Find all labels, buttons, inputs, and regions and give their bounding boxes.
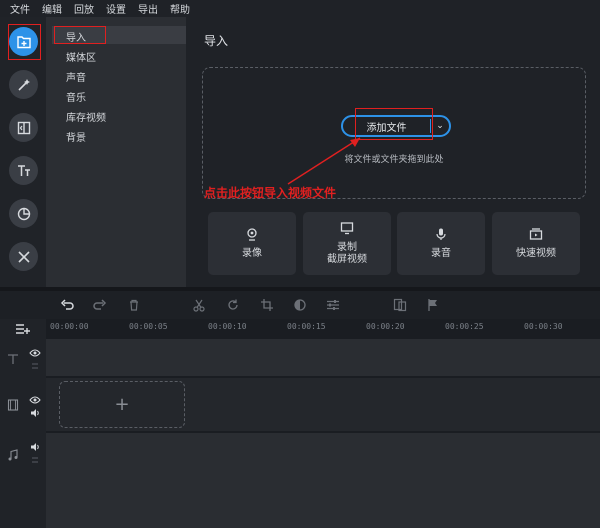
more-tools-button[interactable] — [9, 242, 38, 271]
redo-button[interactable] — [91, 296, 109, 314]
sticker-icon — [17, 207, 30, 220]
flag-icon — [428, 299, 437, 311]
tools-icon — [17, 250, 30, 263]
screen-record-label: 录制 截屏视频 — [327, 242, 367, 266]
link-icon[interactable] — [28, 360, 42, 372]
clip-properties-button[interactable] — [324, 296, 342, 314]
screen-record-line1: 录制 — [337, 242, 357, 253]
record-video-label: 录像 — [242, 248, 262, 259]
music-track[interactable] — [46, 433, 600, 528]
rotate-button[interactable] — [224, 296, 242, 314]
ruler-tick: 00:00:15 — [287, 322, 326, 331]
screen-record-icon — [340, 222, 354, 235]
timeline-track-headers — [0, 319, 46, 528]
drop-hint-text: 将文件或文件夹拖到此处 — [344, 155, 444, 165]
screen-record-card[interactable]: 录制 截屏视频 — [303, 212, 391, 275]
overlay-icon — [393, 298, 407, 312]
transitions-tool-button[interactable] — [9, 113, 38, 142]
text-track-icon — [6, 351, 20, 367]
webcam-icon — [247, 228, 257, 241]
rotate-icon — [228, 299, 238, 310]
trash-icon — [130, 299, 138, 311]
annotation-text: 点击此按钮导入视频文件 — [204, 186, 337, 200]
scissors-icon — [193, 299, 205, 312]
chevron-down-icon[interactable]: ⌄ — [431, 121, 449, 131]
sliders-icon — [327, 300, 339, 310]
color-adjust-icon — [294, 299, 306, 311]
sidebar-item-music[interactable]: 音乐 — [66, 89, 86, 104]
import-panel: 导入 添加文件 ⌄ 将文件或文件夹拖到此处 录像 录制 截屏视频 录音 快速视频 — [186, 17, 600, 287]
menu-export[interactable]: 导出 — [138, 1, 158, 16]
timeline-toolbar — [0, 291, 600, 319]
sidebar-item-media[interactable]: 媒体区 — [66, 49, 96, 64]
overlay-button[interactable] — [391, 296, 409, 314]
ruler-tick: 00:00:10 — [208, 322, 247, 331]
record-audio-card[interactable]: 录音 — [397, 212, 485, 275]
import-tool-highlight — [8, 24, 41, 60]
delete-button[interactable] — [125, 296, 143, 314]
undo-icon — [60, 299, 74, 310]
add-media-slot[interactable]: + — [59, 381, 185, 428]
ruler-tick: 00:00:00 — [50, 322, 89, 331]
sidebar-item-sound[interactable]: 声音 — [66, 69, 86, 84]
ruler-tick: 00:00:25 — [445, 322, 484, 331]
menu-bar: 文件 编辑 回放 设置 导出 帮助 — [0, 0, 600, 17]
transition-icon — [17, 121, 30, 134]
filters-tool-button[interactable] — [9, 70, 38, 99]
color-adjust-button[interactable] — [291, 296, 309, 314]
music-track-icon — [6, 447, 20, 463]
sidebar-import-highlight — [54, 26, 106, 44]
speaker-icon[interactable] — [28, 441, 42, 453]
quick-video-card[interactable]: 快速视频 — [492, 212, 580, 275]
video-editor-window: 文件 编辑 回放 设置 导出 帮助 导入 媒体区 声音 音乐 库存视频 背景 导… — [0, 0, 600, 528]
page-title: 导入 — [204, 34, 229, 48]
add-track-button[interactable] — [12, 321, 34, 337]
import-sidebar: 导入 媒体区 声音 音乐 库存视频 背景 — [46, 17, 186, 287]
menu-edit[interactable]: 编辑 — [42, 1, 62, 16]
record-video-card[interactable]: 录像 — [208, 212, 296, 275]
sidebar-item-background[interactable]: 背景 — [66, 129, 86, 144]
marker-button[interactable] — [424, 296, 442, 314]
eye-icon[interactable] — [28, 347, 42, 359]
quick-video-icon — [529, 228, 543, 240]
ruler-tick: 00:00:20 — [366, 322, 405, 331]
text-track[interactable] — [46, 339, 600, 376]
sidebar-item-stock-video[interactable]: 库存视频 — [66, 109, 106, 124]
link-icon[interactable] — [28, 454, 42, 466]
annotation-arrow-icon — [287, 137, 361, 185]
menu-settings[interactable]: 设置 — [106, 1, 126, 16]
magic-wand-icon — [17, 78, 30, 91]
ruler-tick: 00:00:05 — [129, 322, 168, 331]
redo-icon — [93, 299, 107, 310]
timeline-ruler[interactable]: 00:00:00 00:00:05 00:00:10 00:00:15 00:0… — [46, 319, 600, 339]
menu-help[interactable]: 帮助 — [170, 1, 190, 16]
microphone-icon — [436, 228, 446, 240]
quick-video-label: 快速视频 — [516, 248, 556, 259]
record-audio-label: 录音 — [431, 248, 451, 259]
video-track-icon — [6, 397, 20, 413]
ruler-tick: 00:00:30 — [524, 322, 563, 331]
eye-icon[interactable] — [28, 394, 42, 406]
crop-icon — [261, 299, 273, 311]
undo-button[interactable] — [58, 296, 76, 314]
cut-button[interactable] — [190, 296, 208, 314]
text-icon — [17, 164, 30, 176]
titles-tool-button[interactable] — [9, 156, 38, 185]
stickers-tool-button[interactable] — [9, 199, 38, 228]
screen-record-line2: 截屏视频 — [327, 254, 367, 265]
add-track-icon — [16, 324, 30, 334]
speaker-icon[interactable] — [28, 407, 42, 419]
menu-file[interactable]: 文件 — [10, 1, 30, 16]
crop-button[interactable] — [258, 296, 276, 314]
menu-playback[interactable]: 回放 — [74, 1, 94, 16]
